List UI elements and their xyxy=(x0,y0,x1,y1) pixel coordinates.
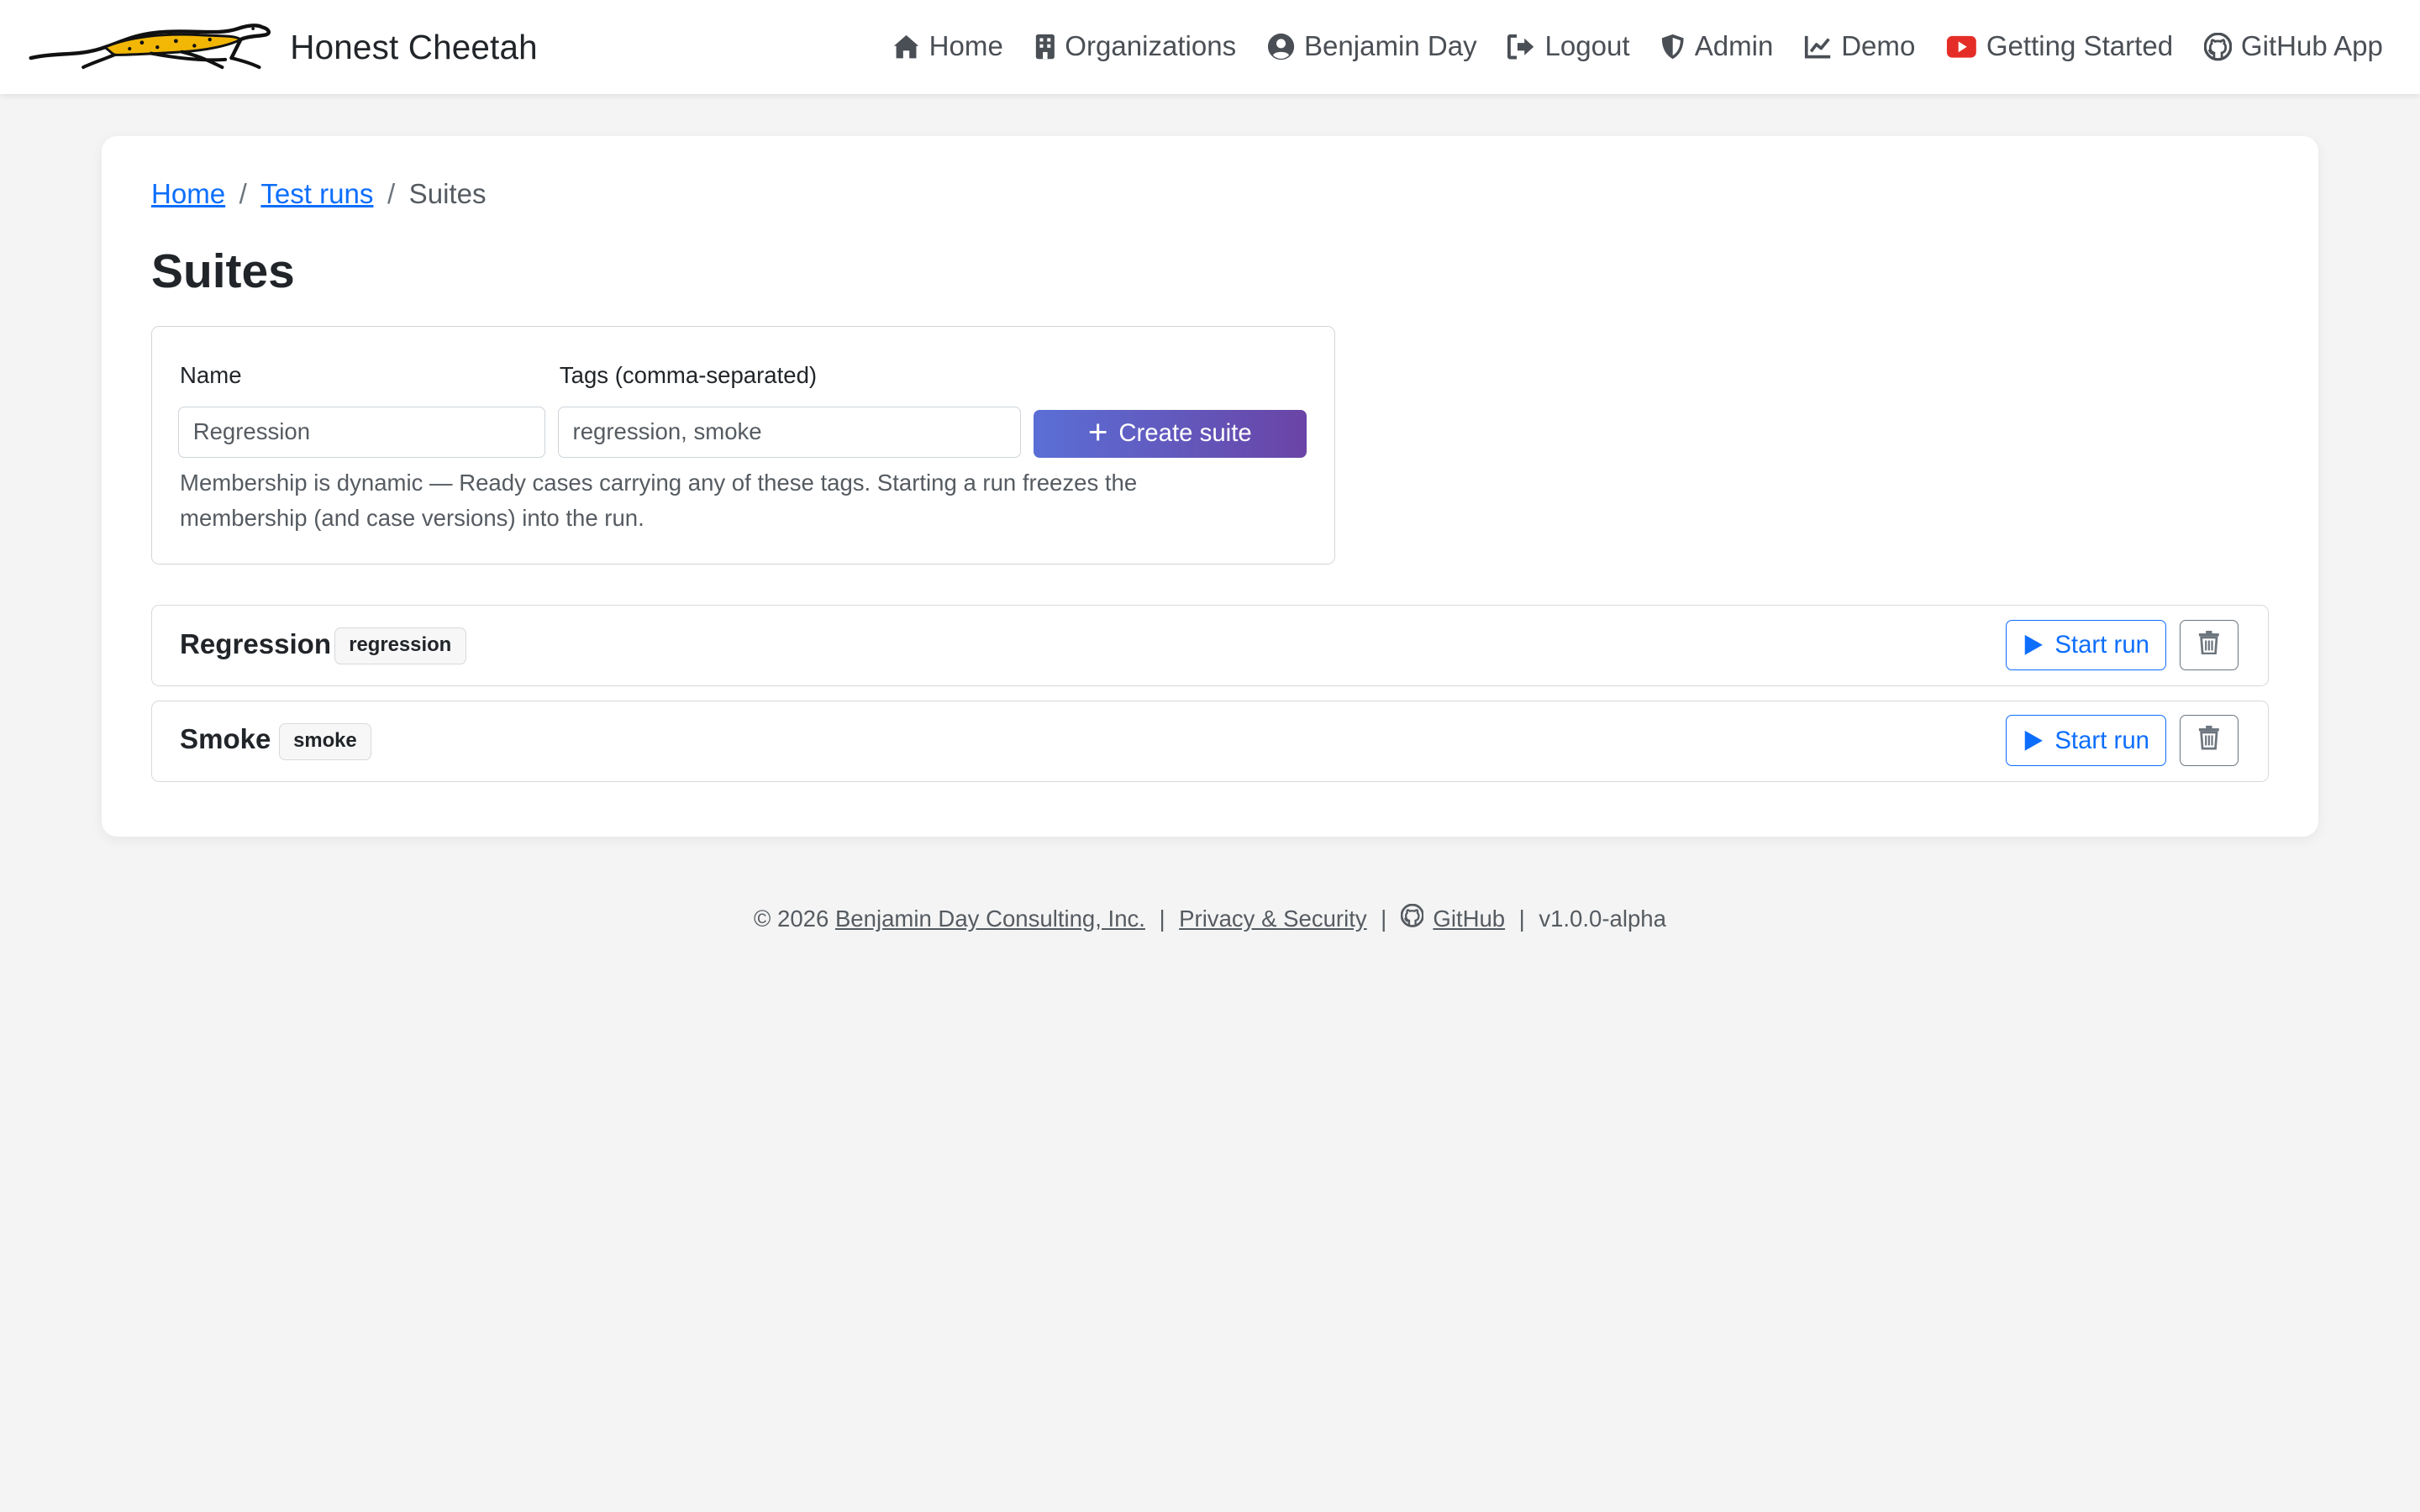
footer-privacy-link[interactable]: Privacy & Security xyxy=(1179,906,1367,932)
footer-github-link[interactable]: GitHub xyxy=(1433,906,1505,932)
delete-suite-button[interactable] xyxy=(2180,715,2239,766)
youtube-icon xyxy=(1946,35,1986,59)
github-icon xyxy=(2203,33,2241,61)
top-navbar: Honest Cheetah Home Organizations Benjam… xyxy=(0,0,2420,95)
trash-icon xyxy=(2198,725,2220,755)
create-suite-form: Name Tags (comma-separated) + Create sui… xyxy=(150,325,1335,565)
membership-help-text: Membership is dynamic — Ready cases carr… xyxy=(180,469,1138,532)
logout-icon xyxy=(1507,34,1544,60)
name-label: Name xyxy=(180,361,242,388)
trash-icon xyxy=(2198,630,2220,660)
nav-organizations-label: Organizations xyxy=(1065,31,1237,63)
suite-name: Smoke xyxy=(180,724,271,756)
footer-separator: | xyxy=(1159,905,1165,932)
footer-separator: | xyxy=(1518,905,1525,932)
nav-links: Home Organizations Benjamin Day Logout A… xyxy=(861,0,2383,94)
github-icon xyxy=(1400,904,1434,933)
start-run-label: Start run xyxy=(2054,726,2149,754)
breadcrumb-separator: / xyxy=(387,179,396,211)
footer-company-link[interactable]: Benjamin Day Consulting, Inc. xyxy=(835,906,1145,932)
delete-suite-button[interactable] xyxy=(2180,619,2239,671)
start-run-label: Start run xyxy=(2054,630,2149,659)
breadcrumb-separator: / xyxy=(239,179,247,211)
footer-version: v1.0.0-alpha xyxy=(1539,905,1666,932)
nav-user-label: Benjamin Day xyxy=(1303,31,1477,63)
create-suite-button[interactable]: + Create suite xyxy=(1033,409,1307,458)
nav-github-app[interactable]: GitHub App xyxy=(2203,31,2383,63)
nav-demo-label: Demo xyxy=(1841,31,1916,63)
app-name: Honest Cheetah xyxy=(290,27,538,66)
nav-home[interactable]: Home xyxy=(892,31,1003,63)
start-run-button[interactable]: Start run xyxy=(2005,715,2166,766)
breadcrumb-home[interactable]: Home xyxy=(151,179,225,211)
user-circle-icon xyxy=(1267,33,1304,60)
brand[interactable]: Honest Cheetah xyxy=(28,21,538,73)
play-icon xyxy=(2023,633,2055,657)
start-run-button[interactable]: Start run xyxy=(2005,619,2166,671)
nav-logout[interactable]: Logout xyxy=(1507,31,1630,63)
suite-tag-badge: regression xyxy=(334,627,466,664)
page-title: Suites xyxy=(150,244,295,299)
nav-logout-label: Logout xyxy=(1544,31,1630,63)
footer: © 2026 Benjamin Day Consulting, Inc. | P… xyxy=(0,904,2420,933)
building-icon xyxy=(1034,33,1065,60)
nav-organizations[interactable]: Organizations xyxy=(1034,31,1237,63)
breadcrumb-test-runs[interactable]: Test runs xyxy=(260,179,373,211)
plus-icon: + xyxy=(1087,412,1108,452)
play-icon xyxy=(2023,729,2055,753)
cheetah-logo-icon xyxy=(28,21,275,73)
create-suite-label: Create suite xyxy=(1118,419,1252,448)
tags-label: Tags (comma-separated) xyxy=(559,361,818,388)
page: Honest Cheetah Home Organizations Benjam… xyxy=(0,0,2420,1512)
home-icon xyxy=(892,34,929,60)
nav-admin-label: Admin xyxy=(1694,31,1774,63)
shield-icon xyxy=(1660,33,1694,60)
nav-getting-started-label: Getting Started xyxy=(1986,31,2174,63)
tags-input[interactable] xyxy=(558,407,1022,458)
footer-separator: | xyxy=(1381,905,1387,932)
suite-tag-badge: smoke xyxy=(278,722,372,760)
breadcrumb: Home / Test runs / Suites xyxy=(151,179,487,211)
suite-row: Smoke smoke Start run xyxy=(150,700,2269,783)
chart-line-icon xyxy=(1804,34,1841,59)
nav-getting-started[interactable]: Getting Started xyxy=(1946,31,2173,63)
nav-admin[interactable]: Admin xyxy=(1660,31,1773,63)
nav-demo[interactable]: Demo xyxy=(1804,31,1915,63)
main-card: Home / Test runs / Suites Suites Name Ta… xyxy=(102,135,2318,837)
suite-row: Regression regression Start run xyxy=(150,604,2269,687)
nav-user[interactable]: Benjamin Day xyxy=(1267,31,1477,63)
suite-name: Regression xyxy=(180,628,332,660)
footer-copyright: © 2026 xyxy=(754,905,829,932)
nav-github-app-label: GitHub App xyxy=(2240,31,2383,63)
nav-home-label: Home xyxy=(929,31,1003,63)
breadcrumb-current: Suites xyxy=(408,179,487,211)
name-input[interactable] xyxy=(178,407,546,458)
